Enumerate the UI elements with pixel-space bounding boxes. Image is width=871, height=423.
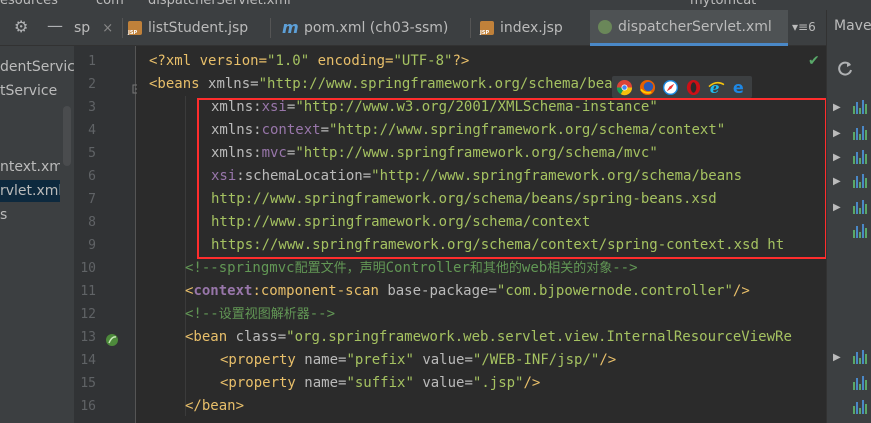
maven-tool-window-header[interactable]: Mave	[826, 10, 871, 46]
maven-module-icon	[853, 224, 869, 238]
expand-arrow-icon[interactable]: ▶	[833, 352, 841, 363]
project-scrollbar[interactable]	[60, 106, 74, 423]
tab-label: dispatcherServlet.xml	[618, 18, 772, 35]
maven-panel: ▶ ▶ ▶ ▶ ▶ ▶	[826, 46, 871, 423]
inspection-ok-icon[interactable]: ✔	[808, 53, 820, 69]
code-line-11: <context:component-scan base-package="co…	[185, 283, 750, 299]
expand-arrow-icon[interactable]: ▶	[833, 152, 841, 163]
tab-label: listStudent.jsp	[148, 20, 249, 36]
line-number: 10	[80, 261, 96, 276]
project-toolbar: ⚙ —	[0, 10, 72, 46]
ie-icon[interactable]: e	[708, 79, 725, 96]
tree-item[interactable]: dentService	[0, 56, 74, 78]
code-line-10: <!--springmvc配置文件，声明Controller和其他的web相关的…	[185, 260, 638, 276]
line-number: 12	[80, 307, 96, 322]
code-line-9: https://www.springframework.org/schema/c…	[211, 237, 785, 253]
maven-module-icon	[853, 400, 869, 414]
svg-text:e: e	[733, 79, 744, 96]
line-number: 8	[88, 215, 96, 230]
line-number: 5	[88, 146, 96, 161]
chrome-icon[interactable]	[616, 79, 633, 96]
tab-label: pom.xml (ch03-ssm)	[304, 20, 449, 36]
line-number: 4	[88, 123, 96, 138]
breadcrumb-file[interactable]: dispatcherServlet.xml	[148, 0, 291, 8]
code-line-3: xmlns:xsi="http://www.w3.org/2001/XMLSch…	[211, 99, 658, 115]
maven-module-icon	[853, 350, 869, 364]
code-line-7: http://www.springframework.org/schema/be…	[211, 191, 717, 207]
browser-preview-bar: e e	[612, 76, 752, 98]
expand-arrow-icon[interactable]: ▶	[833, 128, 841, 139]
tab-index-jsp[interactable]: index.jsp	[480, 10, 590, 46]
code-line-15: <property name="suffix" value=".jsp"/>	[220, 375, 541, 391]
safari-icon[interactable]	[662, 79, 679, 96]
line-number: 3	[88, 100, 96, 115]
line-number: 1	[88, 54, 96, 69]
expand-arrow-icon[interactable]: ▶	[833, 202, 841, 213]
line-number: 9	[88, 238, 96, 253]
code-line-16: </bean>	[185, 398, 245, 414]
tab-sp[interactable]: sp ×	[74, 10, 124, 46]
maven-module-icon	[853, 150, 869, 164]
maven-module-icon	[853, 100, 869, 114]
svg-text:e: e	[710, 79, 720, 96]
code-line-4: xmlns:context="http://www.springframewor…	[211, 122, 726, 138]
line-number: 11	[80, 284, 96, 299]
maven-module-icon	[853, 126, 869, 140]
navigation-breadcrumb: esources com dispatcherServlet.xml mytom…	[0, 0, 871, 10]
line-number: 15	[80, 376, 96, 391]
tree-item-selected[interactable]: rvlet.xml	[0, 180, 62, 202]
line-number: 6	[88, 169, 96, 184]
minimize-icon[interactable]: —	[47, 16, 63, 35]
tab-list-student[interactable]: listStudent.jsp	[128, 10, 272, 46]
breadcrumb-resources[interactable]: esources	[0, 0, 58, 8]
tab-label: index.jsp	[500, 20, 563, 36]
code-line-5: xmlns:mvc="http://www.springframework.or…	[211, 145, 658, 161]
code-line-6: xsi:schemaLocation="http://www.springfra…	[211, 168, 743, 184]
gear-icon[interactable]: ⚙	[14, 17, 28, 36]
line-number: 13	[80, 330, 96, 345]
tab-pom-xml[interactable]: m pom.xml (ch03-ssm)	[282, 10, 470, 46]
project-tree: dentService tService ntext.xml rvlet.xml…	[0, 46, 74, 423]
breadcrumb-com[interactable]: com	[96, 0, 124, 8]
expand-arrow-icon[interactable]: ▶	[833, 176, 841, 187]
maven-module-icon	[853, 174, 869, 188]
spring-bean-icon[interactable]	[104, 332, 120, 348]
line-number: 14	[80, 353, 96, 368]
line-number: 16	[80, 399, 96, 414]
editor-tab-bar: ⚙ — sp × listStudent.jsp m pom.xml (ch03…	[0, 10, 871, 46]
code-line-13: <bean class="org.springframework.web.ser…	[185, 329, 792, 345]
tree-item[interactable]: s	[0, 204, 7, 226]
opera-icon[interactable]	[685, 79, 702, 96]
close-icon[interactable]: ×	[102, 21, 113, 36]
tab-overflow-menu[interactable]: ▾≡6	[792, 20, 816, 34]
jsp-file-icon	[128, 21, 142, 36]
maven-module-icon	[853, 376, 869, 390]
run-config[interactable]: mytomcat	[690, 0, 756, 8]
line-number: 7	[88, 192, 96, 207]
code-line-2: <beans xmlns="http://www.springframework…	[149, 76, 613, 92]
line-number: 2	[88, 77, 96, 92]
tab-dispatcher-servlet[interactable]: dispatcherServlet.xml	[590, 10, 788, 46]
code-line-8: http://www.springframework.org/schema/co…	[211, 214, 591, 230]
xml-file-icon	[598, 19, 612, 34]
jsp-file-icon	[480, 21, 494, 36]
expand-arrow-icon[interactable]: ▶	[833, 102, 841, 113]
code-line-12: <!--设置视图解析器-->	[185, 306, 336, 322]
code-editor[interactable]: <?xml version="1.0" encoding="UTF-8"?> <…	[137, 46, 826, 423]
refresh-icon[interactable]	[837, 60, 853, 76]
code-line-14: <property name="prefix" value="/WEB-INF/…	[220, 352, 617, 368]
tab-label: sp	[74, 20, 91, 36]
tree-item[interactable]: ntext.xml	[0, 156, 67, 178]
firefox-icon[interactable]	[639, 79, 656, 96]
maven-module-icon	[853, 200, 869, 214]
tree-item[interactable]: tService	[0, 80, 57, 102]
maven-icon: m	[282, 18, 299, 37]
code-line-1: <?xml version="1.0" encoding="UTF-8"?>	[149, 53, 470, 69]
line-number-gutter: 1 2 3 4 5 6 7 8 9 10 11 12 13 14 15 16	[74, 46, 142, 423]
maven-label: Mave	[834, 18, 871, 34]
edge-icon[interactable]: e	[731, 79, 748, 96]
